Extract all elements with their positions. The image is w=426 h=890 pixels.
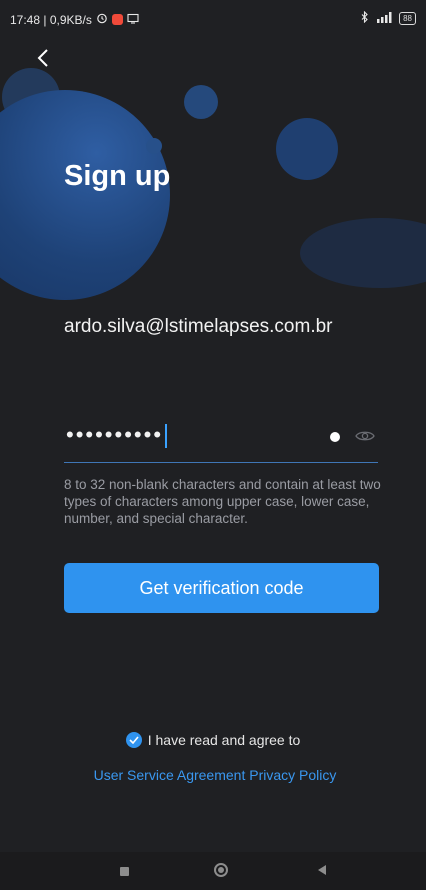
agree-checkbox[interactable] — [125, 732, 142, 748]
decorative-circle — [146, 138, 162, 154]
decorative-circle — [276, 118, 338, 180]
status-time-speed: 17:48 | 0,9KB/s — [10, 12, 92, 27]
email-field[interactable]: ardo.silva@lstimelapses.com.br — [64, 316, 384, 338]
sign-up-screen: 17:48 | 0,9KB/s 88 Sign up ardo.silva@ls… — [0, 0, 426, 890]
get-verification-code-button[interactable]: Get verification code — [64, 563, 379, 613]
password-field[interactable]: •••••••••• — [64, 420, 380, 462]
status-bar: 17:48 | 0,9KB/s 88 — [0, 0, 426, 40]
notification-app-icon — [111, 14, 123, 25]
alarm-clock-icon — [96, 12, 108, 27]
decorative-circle — [300, 218, 426, 288]
password-hint: 8 to 32 non-blank characters and contain… — [64, 477, 381, 526]
password-underline — [64, 462, 378, 463]
page-title: Sign up — [64, 160, 171, 192]
recents-icon[interactable] — [120, 867, 129, 876]
back-triangle-icon[interactable] — [318, 865, 326, 875]
signal-icon — [375, 11, 393, 26]
privacy-policy-link[interactable]: Privacy Policy — [249, 767, 336, 783]
back-button[interactable] — [36, 48, 56, 72]
status-left: 17:48 | 0,9KB/s — [10, 12, 139, 27]
password-status-dot — [330, 432, 340, 442]
decorative-circle — [0, 90, 170, 300]
text-cursor — [165, 424, 168, 449]
checkmark-icon — [129, 736, 139, 744]
status-right: 88 — [360, 10, 416, 26]
decorative-circle — [184, 85, 218, 119]
agreement-row: I have read and agree to — [0, 732, 426, 748]
bluetooth-icon — [360, 10, 369, 26]
home-icon[interactable] — [214, 863, 228, 877]
user-service-agreement-link[interactable]: User Service Agreement — [94, 767, 246, 783]
battery-icon: 88 — [399, 12, 416, 25]
chevron-left-icon — [36, 48, 56, 68]
agree-text: I have read and agree to — [147, 732, 301, 748]
screen-cast-icon — [127, 13, 139, 27]
eye-icon[interactable] — [354, 428, 376, 444]
system-nav-bar — [0, 852, 426, 890]
password-value[interactable]: •••••••••• — [66, 422, 168, 449]
password-masked-text: •••••••••• — [66, 422, 164, 447]
agreement-links: User Service Agreement Privacy Policy — [80, 766, 350, 784]
